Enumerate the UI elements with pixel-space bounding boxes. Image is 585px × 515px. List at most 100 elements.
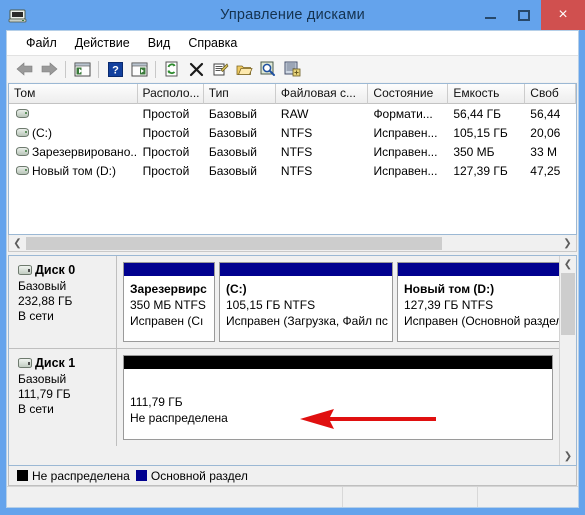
rescan-disks-icon[interactable] xyxy=(280,58,304,80)
partition-reserved[interactable]: Зарезервирс 350 МБ NTFS Исправен (Сı xyxy=(123,262,215,342)
menu-item-help[interactable]: Справка xyxy=(179,34,246,52)
show-console-tree-icon[interactable] xyxy=(70,58,94,80)
maximize-button[interactable] xyxy=(507,0,541,30)
partition-cap-bar xyxy=(124,356,552,369)
title-bar: Управление дисками × xyxy=(6,0,585,30)
scroll-down-icon[interactable]: ❯ xyxy=(560,448,577,465)
volume-layout-cell: Простой xyxy=(142,144,190,159)
menu-item-action[interactable]: Действие xyxy=(66,34,139,52)
column-header-type[interactable]: Тип xyxy=(203,84,276,104)
partition-d[interactable]: Новый том (D:) 127,39 ГБ NTFS Исправен (… xyxy=(397,262,559,342)
disk-state-1: В сети xyxy=(18,402,54,416)
volume-free-cell: 33 М xyxy=(530,144,557,159)
partition-size: 350 МБ NTFS xyxy=(130,298,206,312)
legend-label-primary: Основной раздел xyxy=(150,468,248,483)
partition-cap-bar xyxy=(124,263,214,276)
volume-status-cell: Исправен... xyxy=(373,163,438,178)
disk-title-0: Диск 0 xyxy=(18,263,116,277)
volume-name-text: Новый том (D:) xyxy=(32,163,116,178)
disk-info-0[interactable]: Диск 0 Базовый 232,88 ГБ В сети xyxy=(9,256,117,348)
volume-free-cell: 47,25 xyxy=(530,163,561,178)
column-header-volume[interactable]: Том xyxy=(9,84,138,104)
table-row[interactable]: (C:) Простой Базовый NTFS Исправен... 10… xyxy=(9,123,576,142)
volume-layout-cell: Простой xyxy=(142,125,190,140)
partition-status: Не распределена xyxy=(130,411,228,425)
disk-info-1[interactable]: Диск 1 Базовый 111,79 ГБ В сети xyxy=(9,349,117,446)
partition-size: 127,39 ГБ NTFS xyxy=(404,298,494,312)
partition-label: Зарезервирс xyxy=(130,282,207,296)
disk-list: Диск 0 Базовый 232,88 ГБ В сети Зарезерв… xyxy=(9,256,559,465)
search-icon[interactable] xyxy=(256,58,280,80)
volume-list-header: Том Располо... Тип Файловая с... Состоян… xyxy=(9,84,576,104)
volume-name-cell: Новый том (D:) xyxy=(9,164,138,178)
table-row[interactable]: Простой Базовый RAW Формати... 56,44 ГБ … xyxy=(9,104,576,123)
client-area: Файл Действие Вид Справка ? Том Располо.… xyxy=(6,30,579,508)
volume-name-cell: (C:) xyxy=(9,126,138,140)
forward-arrow-icon[interactable] xyxy=(37,58,61,80)
partition-size: 105,15 ГБ NTFS xyxy=(226,298,316,312)
help-icon[interactable]: ? xyxy=(103,58,127,80)
scroll-right-icon[interactable]: ❯ xyxy=(559,236,576,251)
vertical-scroll-track[interactable] xyxy=(560,273,577,448)
status-cell-3 xyxy=(478,487,578,507)
partition-unallocated[interactable]: 111,79 ГБ Не распределена xyxy=(123,355,553,440)
scroll-up-icon[interactable]: ❮ xyxy=(560,256,577,273)
menu-item-file[interactable]: Файл xyxy=(17,34,66,52)
table-row[interactable]: Новый том (D:) Простой Базовый NTFS Испр… xyxy=(9,161,576,180)
volume-list[interactable]: Том Располо... Тип Файловая с... Состоян… xyxy=(8,83,577,235)
vertical-scrollbar[interactable]: ❮ ❯ xyxy=(559,256,576,465)
disk-type-1: Базовый xyxy=(18,372,67,386)
status-bar xyxy=(7,486,578,507)
volume-status-cell: Исправен... xyxy=(373,125,438,140)
partition-cap-bar xyxy=(220,263,392,276)
close-button[interactable]: × xyxy=(541,0,585,30)
drive-icon xyxy=(16,128,29,137)
disk-size-1: 111,79 ГБ xyxy=(18,387,71,401)
legend: Не распределена Основной раздел xyxy=(8,466,577,486)
volume-filesystem-cell: NTFS xyxy=(280,125,313,140)
legend-swatch-primary xyxy=(135,470,147,481)
scroll-left-icon[interactable]: ❮ xyxy=(9,236,26,251)
partition-c[interactable]: (C:) 105,15 ГБ NTFS Исправен (Загрузка, … xyxy=(219,262,393,342)
open-folder-icon[interactable] xyxy=(232,58,256,80)
show-action-pane-icon[interactable] xyxy=(127,58,151,80)
back-arrow-icon[interactable] xyxy=(13,58,37,80)
legend-label-unallocated: Не распределена xyxy=(32,468,130,483)
drive-icon xyxy=(16,147,29,156)
refresh-icon[interactable] xyxy=(160,58,184,80)
horizontal-scroll-track[interactable] xyxy=(26,236,559,251)
volume-name-cell xyxy=(9,109,138,118)
delete-icon[interactable] xyxy=(184,58,208,80)
column-header-free[interactable]: Своб xyxy=(525,84,576,104)
horizontal-scroll-thumb[interactable] xyxy=(26,236,442,250)
column-header-filesystem[interactable]: Файловая с... xyxy=(275,84,369,104)
column-header-status[interactable]: Состояние xyxy=(368,84,449,104)
volume-free-cell: 20,06 xyxy=(530,125,561,140)
volume-layout-cell: Простой xyxy=(142,106,190,121)
window-controls: × xyxy=(473,0,585,30)
volume-filesystem-cell: NTFS xyxy=(280,144,313,159)
vertical-scroll-thumb[interactable] xyxy=(560,273,575,335)
volume-capacity-cell: 127,39 ГБ xyxy=(453,163,508,178)
status-cell-2 xyxy=(343,487,478,507)
volume-name-text: Зарезервировано... xyxy=(32,144,138,159)
properties-icon[interactable] xyxy=(208,58,232,80)
drive-icon xyxy=(16,166,29,175)
partition-status: Исправен (Основной раздел) xyxy=(404,314,559,328)
volume-type-cell: Базовый xyxy=(208,106,257,121)
horizontal-scrollbar[interactable]: ❮ ❯ xyxy=(8,235,577,252)
disk-title-text-1: Диск 1 xyxy=(35,356,76,370)
toolbar-separator xyxy=(65,60,66,78)
minimize-button[interactable] xyxy=(473,0,507,30)
disk-row-0[interactable]: Диск 0 Базовый 232,88 ГБ В сети Зарезерв… xyxy=(9,256,559,349)
column-header-capacity[interactable]: Емкость xyxy=(448,84,526,104)
disk-title-text-0: Диск 0 xyxy=(35,263,76,277)
status-cell-1 xyxy=(7,487,343,507)
drive-icon xyxy=(16,109,29,118)
table-row[interactable]: Зарезервировано... Простой Базовый NTFS … xyxy=(9,142,576,161)
partition-body: Зарезервирс 350 МБ NTFS Исправен (Сı xyxy=(124,276,214,341)
volume-filesystem-cell: NTFS xyxy=(280,163,313,178)
disk-row-1[interactable]: Диск 1 Базовый 111,79 ГБ В сети 111,79 Г… xyxy=(9,349,559,446)
menu-item-view[interactable]: Вид xyxy=(139,34,180,52)
column-header-layout[interactable]: Располо... xyxy=(137,84,204,104)
